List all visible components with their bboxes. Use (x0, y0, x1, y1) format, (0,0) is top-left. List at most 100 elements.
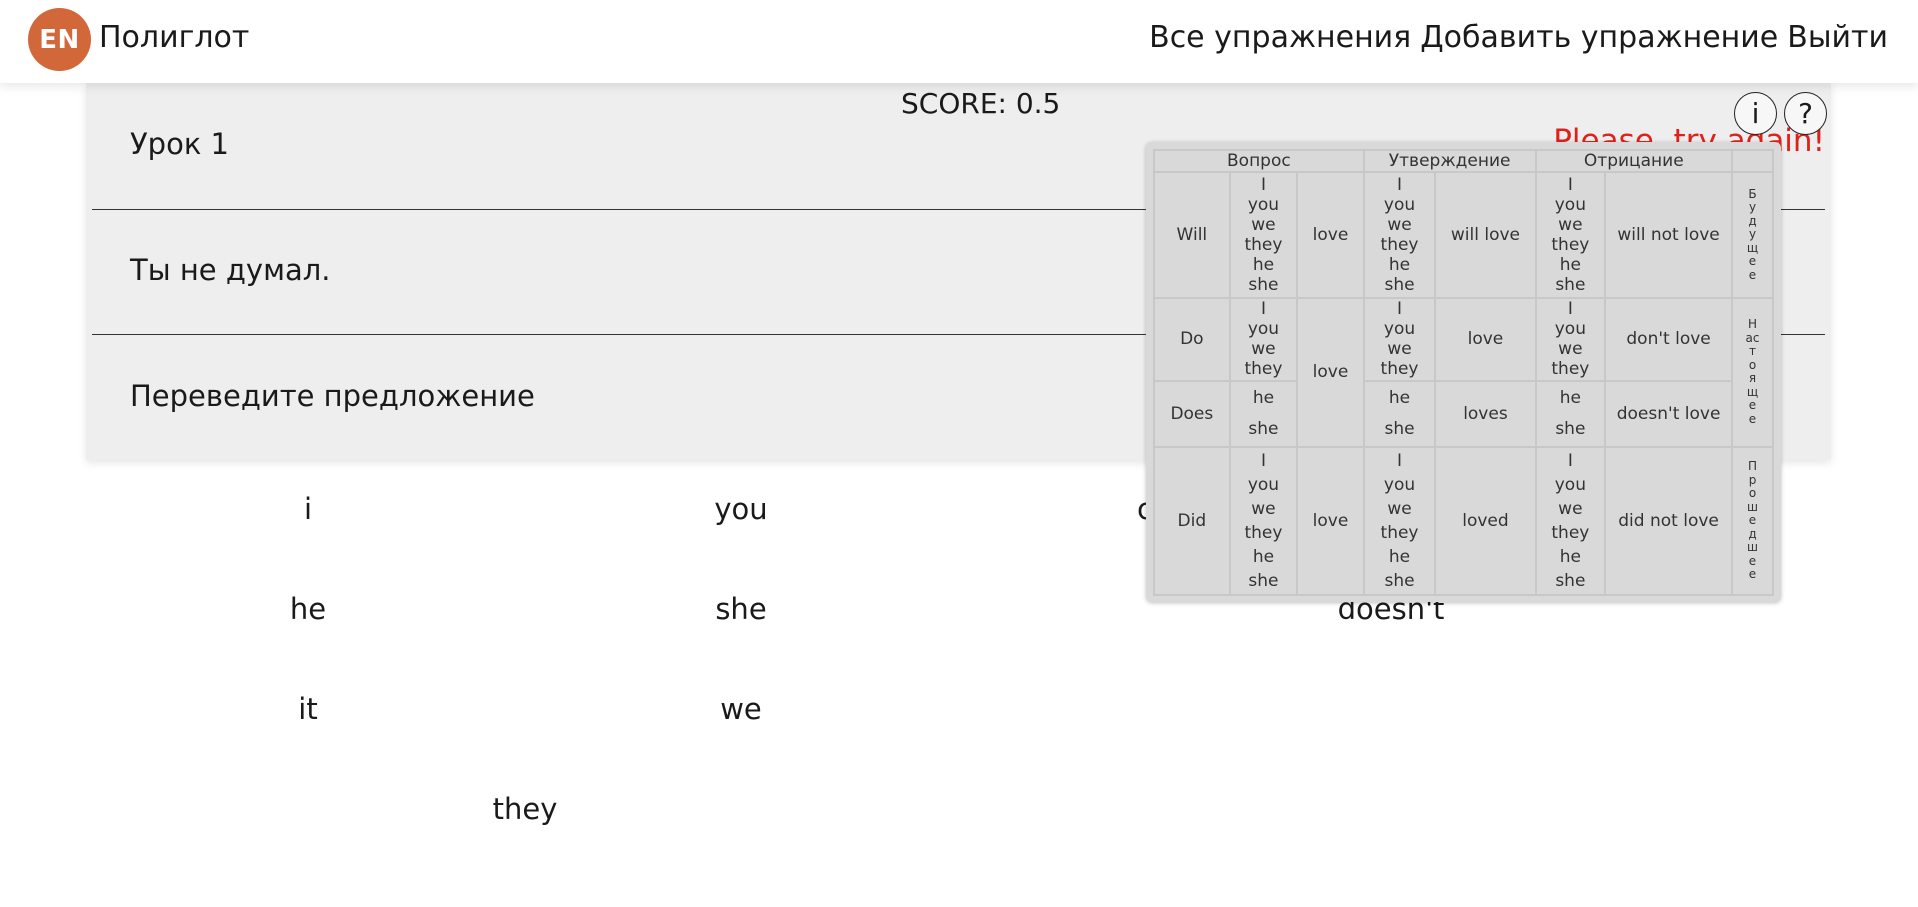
word-tile[interactable]: we (720, 692, 762, 726)
aux-does: Does (1153, 379, 1231, 449)
pronoun-list: I you we they (1362, 296, 1437, 382)
pronoun: you (1247, 319, 1280, 340)
word-tile[interactable]: i (304, 492, 312, 526)
pronoun: she (1384, 419, 1415, 440)
pronoun: he (1388, 254, 1411, 275)
negative-form: don't love (1604, 296, 1734, 382)
pronoun: you (1383, 319, 1416, 340)
word-tile[interactable]: she (715, 592, 766, 626)
pronoun: we (1251, 339, 1276, 360)
pronoun: he (1388, 388, 1411, 409)
pronoun: he (1252, 388, 1275, 409)
top-navbar: EN Полиглот Все упражнения Добавить упра… (0, 0, 1918, 83)
pronoun-list: he she (1362, 379, 1437, 449)
pronoun: they (1551, 523, 1590, 544)
word-tile[interactable]: it (298, 692, 317, 726)
pronoun: she (1384, 571, 1415, 592)
question-verb: love (1296, 171, 1365, 299)
pronoun-list: I you we they he she (1362, 446, 1437, 596)
info-button[interactable]: i (1734, 92, 1777, 135)
col-header-tense (1731, 148, 1774, 174)
pronoun: I (1260, 451, 1266, 472)
pronoun: she (1248, 571, 1279, 592)
pronoun: we (1251, 499, 1276, 520)
pronoun: I (1567, 451, 1573, 472)
score-label: SCORE: 0.5 (901, 87, 1061, 120)
pronoun: we (1387, 499, 1412, 520)
pronoun: they (1551, 234, 1590, 255)
brand-name[interactable]: Полиглот (99, 20, 249, 55)
aux-did: Did (1153, 446, 1231, 596)
pronoun: you (1247, 475, 1280, 496)
tense-label-present: Настоящее (1731, 296, 1774, 449)
pronoun-list: I you we they he she (1362, 171, 1437, 299)
pronoun: they (1380, 359, 1419, 380)
future-row: Will I you we they he she love I you we … (1153, 171, 1774, 299)
main-nav: Все упражнения Добавить упражнение Выйти (1149, 20, 1888, 55)
grammar-popup: Вопрос Утверждение Отрицание Will I you … (1146, 142, 1781, 602)
pronoun: she (1555, 274, 1586, 295)
affirmative-form: loved (1434, 446, 1537, 596)
word-tile[interactable]: you (714, 492, 767, 526)
word-tile[interactable]: they (493, 792, 558, 826)
word-tile[interactable]: he (290, 592, 326, 626)
pronoun: he (1252, 254, 1275, 275)
question-verb: love (1296, 446, 1365, 596)
tense-label-future: Будущее (1731, 171, 1774, 299)
pronoun: I (1260, 174, 1266, 195)
pronoun: I (1567, 174, 1573, 195)
aux-do: Do (1153, 296, 1231, 382)
nav-logout[interactable]: Выйти (1787, 20, 1888, 55)
pronoun-list: I you we they (1228, 296, 1299, 382)
negative-form: did not love (1604, 446, 1734, 596)
logo-badge[interactable]: EN (28, 8, 91, 71)
pronoun: they (1380, 234, 1419, 255)
pronoun: he (1559, 254, 1581, 275)
pronoun: I (1260, 299, 1266, 320)
nav-add-exercise[interactable]: Добавить упражнение (1420, 20, 1778, 55)
pronoun: I (1397, 299, 1403, 320)
nav-all-exercises[interactable]: Все упражнения (1149, 20, 1411, 55)
aux-will: Will (1153, 171, 1231, 299)
pronoun: they (1551, 359, 1590, 380)
pronoun: they (1244, 523, 1283, 544)
pronoun: we (1558, 339, 1583, 360)
affirmative-form: will love (1434, 171, 1537, 299)
pronoun: we (1387, 339, 1412, 360)
pronoun: he (1388, 547, 1411, 568)
pronoun: you (1247, 194, 1280, 215)
vertical-label: Настоящее (1745, 317, 1760, 426)
pronoun: we (1387, 214, 1412, 235)
pronoun: you (1383, 475, 1416, 496)
pronoun: I (1397, 174, 1403, 195)
pronoun: you (1554, 194, 1586, 215)
help-button[interactable]: ? (1784, 92, 1827, 135)
negative-form: will not love (1604, 171, 1734, 299)
question-verb: love (1296, 296, 1365, 449)
present-row-plural: Do I you we they love I you we they love (1153, 296, 1774, 449)
pronoun-list: I you we they he she (1228, 446, 1299, 596)
vertical-label: Будущее (1746, 186, 1759, 282)
grammar-table: Вопрос Утверждение Отрицание Will I you … (1153, 148, 1774, 596)
pronoun: they (1244, 359, 1283, 380)
negative-form: doesn't love (1604, 379, 1734, 449)
pronoun: he (1559, 388, 1581, 409)
col-header-negative: Отрицание (1534, 148, 1734, 174)
header-row: Вопрос Утверждение Отрицание (1153, 148, 1774, 174)
pronoun: she (1555, 419, 1586, 440)
pronoun: we (1558, 214, 1583, 235)
pronoun: we (1558, 499, 1583, 520)
pronoun: she (1248, 419, 1279, 440)
pronoun: we (1251, 214, 1276, 235)
vertical-label: Прошедшее (1747, 459, 1758, 582)
pronoun: they (1244, 234, 1283, 255)
pronoun: you (1383, 194, 1416, 215)
pronoun-list: I you we they he she (1228, 171, 1299, 299)
lesson-title: Урок 1 (130, 127, 230, 161)
past-row: Did I you we they he she love I you we t… (1153, 446, 1774, 596)
pronoun: he (1559, 547, 1581, 568)
pronoun: I (1397, 451, 1403, 472)
pronoun: I (1567, 299, 1573, 320)
instruction-text: Переведите предложение (130, 379, 535, 413)
pronoun: you (1554, 475, 1586, 496)
